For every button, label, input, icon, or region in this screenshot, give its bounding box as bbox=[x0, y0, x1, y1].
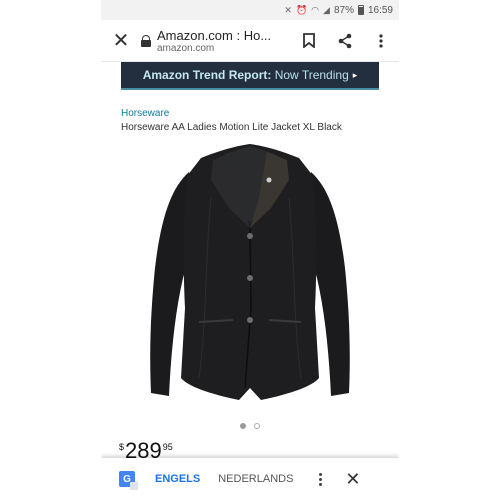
product-image-jacket[interactable] bbox=[141, 138, 359, 416]
wifi-icon: ◠ bbox=[311, 4, 320, 15]
browser-toolbar: ✕ Amazon.com : Ho... amazon.com bbox=[101, 20, 399, 62]
close-icon[interactable]: ✕ bbox=[345, 470, 360, 488]
google-translate-icon: G bbox=[119, 471, 138, 490]
price-fraction: 95 bbox=[162, 442, 173, 452]
carousel-dot-2[interactable] bbox=[254, 423, 260, 429]
price-currency: $ bbox=[119, 442, 125, 452]
banner-heading: Amazon Trend Report: bbox=[142, 68, 272, 82]
product-price: $ 289 95 bbox=[119, 440, 173, 458]
battery-icon bbox=[357, 5, 364, 15]
bookmark-icon[interactable] bbox=[291, 33, 327, 48]
page-address[interactable]: Amazon.com : Ho... amazon.com bbox=[157, 28, 291, 54]
close-icon[interactable]: ✕ bbox=[101, 31, 141, 51]
share-icon[interactable] bbox=[327, 33, 363, 49]
trend-report-banner[interactable]: Amazon Trend Report: Now Trending ▸ bbox=[121, 62, 379, 90]
source-language-tab[interactable]: ENGELS bbox=[155, 473, 200, 485]
translate-bar: G ENGELS NEDERLANDS ✕ bbox=[101, 458, 399, 500]
brand-link[interactable]: Horseware bbox=[121, 108, 169, 119]
battery-percent: 87% bbox=[333, 4, 354, 16]
lock-icon bbox=[141, 34, 151, 47]
phone-screen: ✕ ⏰ ◠ ◢ 87% 16:59 ✕ Amazon.com : Ho... a… bbox=[101, 0, 399, 500]
page-title: Amazon.com : Ho... bbox=[157, 27, 272, 43]
play-arrow-icon: ▸ bbox=[352, 69, 358, 80]
target-language-tab[interactable]: NEDERLANDS bbox=[218, 473, 293, 485]
carousel-dot-1[interactable] bbox=[240, 423, 246, 429]
banner-subtext: Now Trending bbox=[271, 68, 349, 82]
page-url: amazon.com bbox=[157, 42, 215, 54]
signal-icon: ◢ bbox=[323, 4, 330, 15]
product-title: Horseware AA Ladies Motion Lite Jacket X… bbox=[121, 122, 342, 133]
image-carousel-dots bbox=[101, 423, 399, 429]
price-whole: 289 bbox=[125, 440, 162, 458]
alarm-icon: ⏰ bbox=[295, 4, 308, 15]
status-bar: ✕ ⏰ ◠ ◢ 87% 16:59 bbox=[101, 0, 399, 20]
clock: 16:59 bbox=[367, 4, 393, 16]
more-vert-icon[interactable] bbox=[363, 33, 399, 48]
mute-icon: ✕ bbox=[284, 4, 292, 15]
more-vert-icon[interactable] bbox=[315, 472, 325, 486]
